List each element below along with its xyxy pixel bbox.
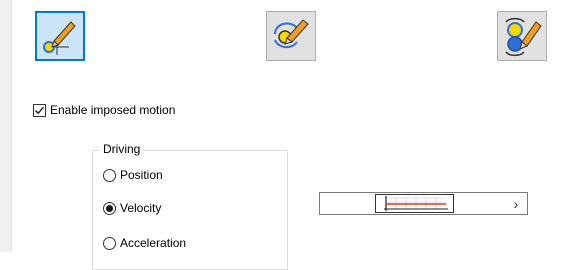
joint-pencil-icon <box>43 21 76 55</box>
radio-position[interactable]: Position <box>103 166 163 184</box>
driving-group-title: Driving <box>100 142 144 156</box>
radio-position-label: Position <box>120 168 163 182</box>
radio-circle[interactable] <box>103 236 116 250</box>
enable-imposed-motion-checkbox[interactable]: Enable imposed motion <box>33 102 175 118</box>
radio-acceleration[interactable]: Acceleration <box>103 234 186 252</box>
rotation-pencil-icon <box>274 19 309 49</box>
radio-velocity[interactable]: Velocity <box>103 199 161 217</box>
left-panel-edge <box>0 0 12 252</box>
radio-acceleration-label: Acceleration <box>120 236 187 250</box>
checkbox-box[interactable] <box>33 103 46 117</box>
coupled-motion-button[interactable] <box>497 11 547 61</box>
chevron-right-icon[interactable]: › <box>505 193 527 214</box>
radio-velocity-label: Velocity <box>120 201 162 215</box>
radio-circle[interactable] <box>103 201 116 215</box>
checkmark-icon <box>35 106 45 114</box>
motion-profile-thumbnail[interactable] <box>375 194 454 213</box>
radio-selected-dot <box>106 204 113 212</box>
coupled-joints-pencil-icon <box>505 17 542 57</box>
enable-imposed-motion-label: Enable imposed motion <box>50 103 176 117</box>
rotation-motion-button[interactable] <box>266 11 316 61</box>
motion-profile-selector[interactable]: › <box>319 192 528 215</box>
radio-circle[interactable] <box>103 168 116 182</box>
motion-profile-graph-icon <box>384 196 448 211</box>
define-joint-motion-button[interactable] <box>35 11 85 61</box>
